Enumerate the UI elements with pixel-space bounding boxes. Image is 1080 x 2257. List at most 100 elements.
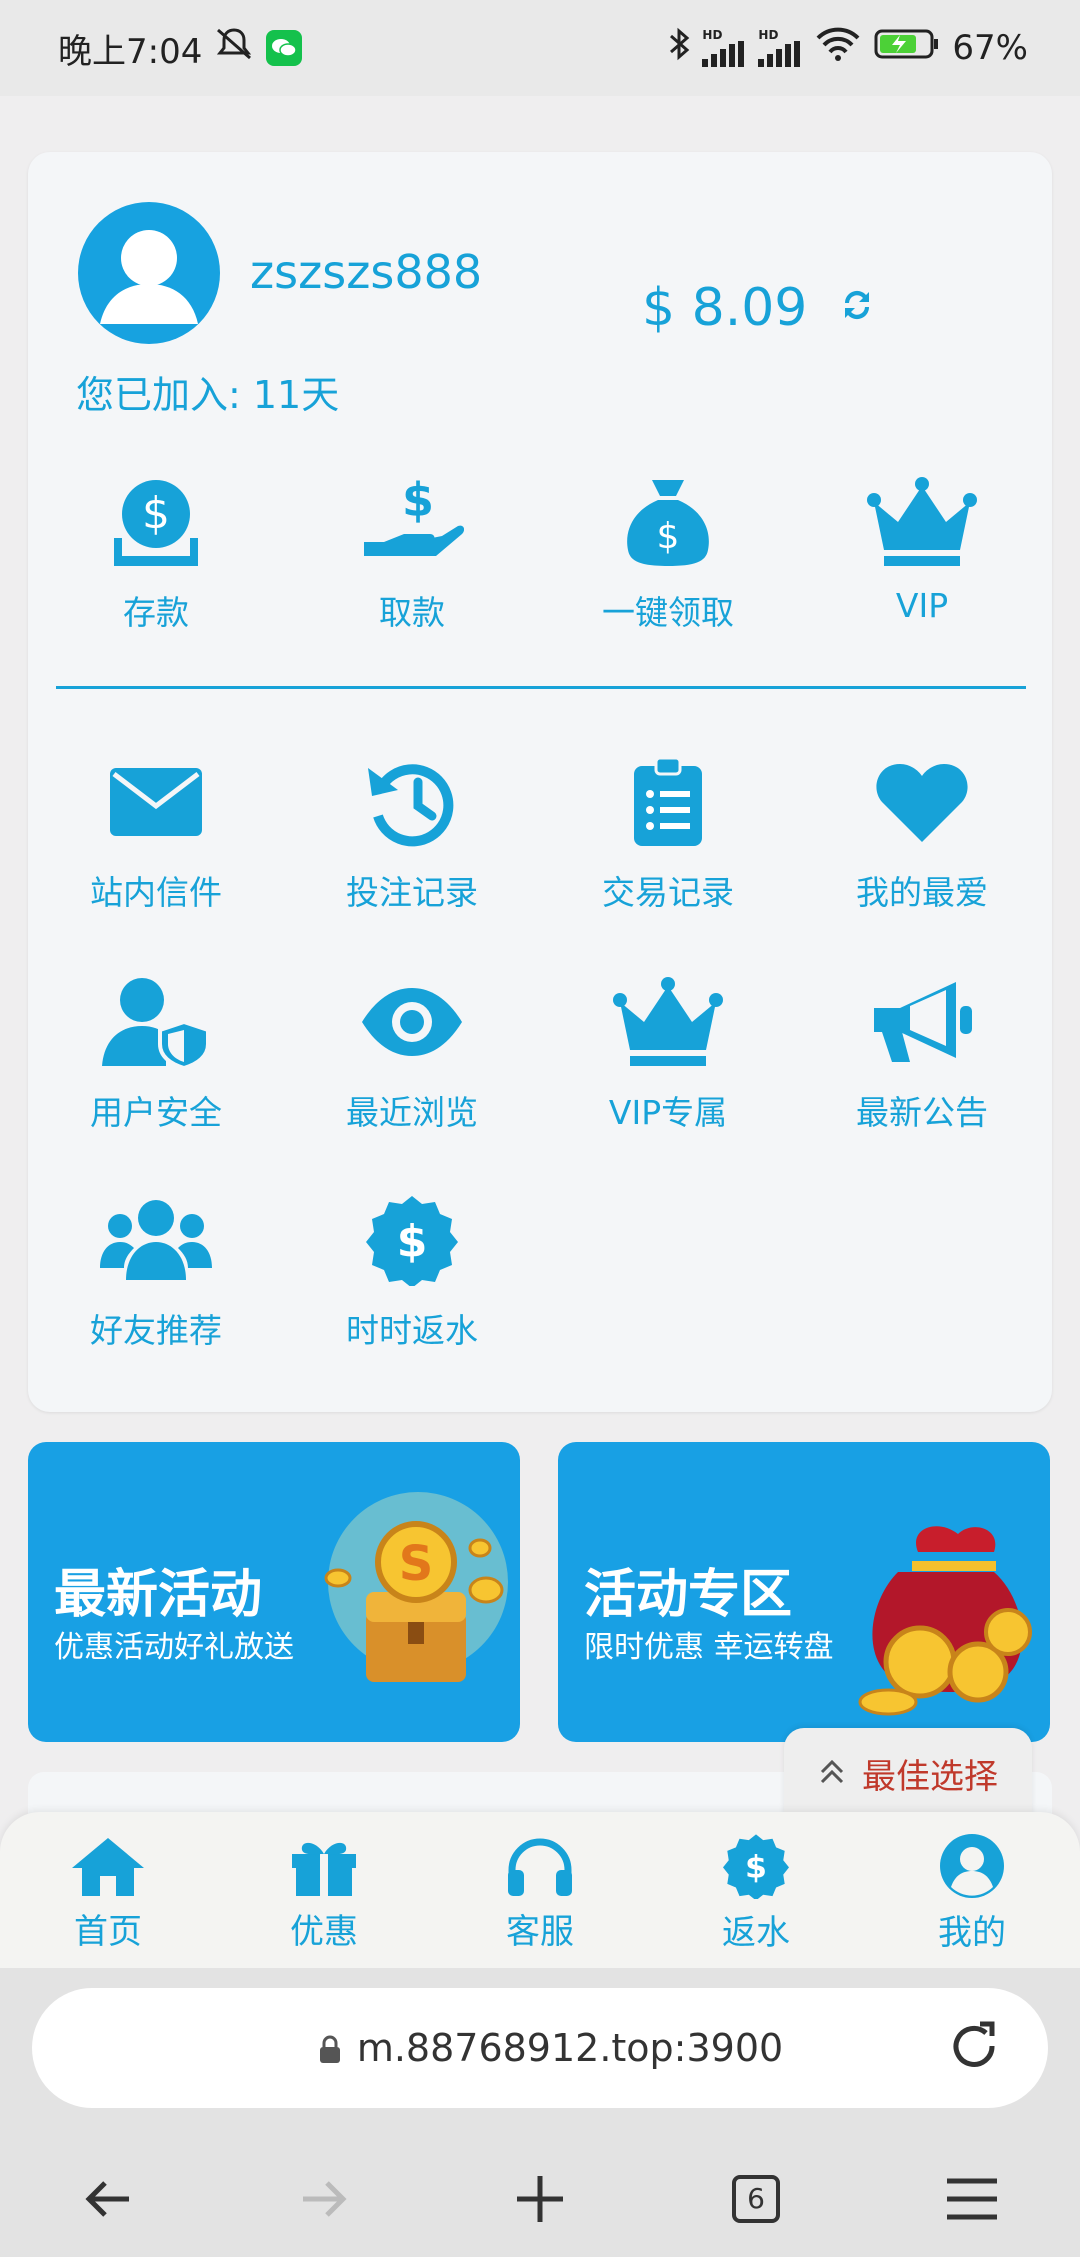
user-circle-icon: [940, 1833, 1004, 1898]
svg-text:S: S: [399, 1536, 434, 1592]
tab-promotions-label: 优惠: [290, 1911, 358, 1952]
menu-vip-exclusive[interactable]: VIP专属: [568, 972, 768, 1134]
claim-all-button[interactable]: $ 一键领取: [568, 472, 768, 634]
eye-icon: [352, 972, 472, 1072]
reload-icon[interactable]: [946, 2018, 1002, 2083]
menu-recent-label: 最近浏览: [346, 1093, 478, 1132]
menu-messages-label: 站内信件: [90, 873, 222, 912]
lucky-bag-icon: [858, 1526, 1032, 1716]
menu-vip-exclusive-label: VIP专属: [608, 1093, 728, 1132]
clipboard-icon: [608, 752, 728, 852]
deposit-icon: $: [96, 472, 216, 572]
lock-icon: [318, 2030, 342, 2074]
tab-rebate-label: 返水: [722, 1912, 790, 1953]
new-tab-button[interactable]: [480, 2149, 600, 2249]
menu-button[interactable]: [912, 2149, 1032, 2249]
banner-activity-zone-title: 活动专区: [584, 1565, 793, 1625]
treasure-chest-icon: S: [324, 1492, 508, 1682]
menu-user-security-label: 用户安全: [90, 1093, 222, 1132]
balance-display: $ 8.09: [642, 278, 877, 338]
menu-announcements[interactable]: 最新公告: [822, 972, 1022, 1134]
menu-announcements-label: 最新公告: [856, 1093, 988, 1132]
svg-text:$: $: [402, 476, 434, 527]
best-choice-label: 最佳选择: [862, 1756, 998, 1797]
gift-icon: [292, 1842, 356, 1896]
user-shield-icon: [96, 972, 216, 1072]
dollar-badge-icon: $: [352, 1190, 472, 1290]
menu-transactions-label: 交易记录: [602, 873, 734, 912]
banner-activity-zone-subtitle: 限时优惠 幸运转盘: [584, 1630, 834, 1665]
battery-percent: 67%: [952, 28, 1028, 68]
network-label-2: HD: [758, 28, 779, 42]
users-icon: [96, 1190, 216, 1290]
money-bag-icon: $: [608, 472, 728, 572]
arrow-right-icon: [303, 2180, 347, 2217]
battery-icon: [874, 27, 940, 70]
menu-user-security[interactable]: 用户安全: [56, 972, 256, 1134]
tabs-button[interactable]: 6: [696, 2149, 816, 2249]
signal-icon-2: HD: [758, 29, 802, 67]
menu-bet-history[interactable]: 投注记录: [312, 752, 512, 914]
banner-latest-activity[interactable]: 最新活动 优惠活动好礼放送 S: [28, 1442, 520, 1742]
svg-text:$: $: [745, 1849, 767, 1885]
banner-activity-zone[interactable]: 活动专区 限时优惠 幸运转盘: [558, 1442, 1050, 1742]
crown-icon: [862, 472, 982, 572]
status-bar: 晚上7:04 HD HD 67%: [0, 0, 1080, 96]
chevron-up-icon: [818, 1753, 846, 1793]
tab-promotions[interactable]: 优惠: [244, 1834, 404, 1953]
history-icon: [352, 752, 472, 852]
menu-recent[interactable]: 最近浏览: [312, 972, 512, 1134]
refresh-icon[interactable]: [837, 278, 877, 338]
home-icon: [72, 1837, 144, 1896]
banner-latest-activity-subtitle: 优惠活动好礼放送: [54, 1630, 294, 1665]
headphones-icon: [508, 1838, 572, 1896]
svg-text:$: $: [142, 488, 170, 539]
menu-favorites-label: 我的最爱: [856, 873, 988, 912]
forward-button[interactable]: [264, 2149, 384, 2249]
vip-button[interactable]: VIP: [822, 472, 1022, 625]
menu-favorites[interactable]: 我的最爱: [822, 752, 1022, 914]
wechat-icon: [266, 30, 303, 66]
svg-text:$: $: [397, 1216, 428, 1267]
best-choice-button[interactable]: 最佳选择: [784, 1728, 1032, 1818]
address-bar[interactable]: m.88768912.top:3900: [32, 1988, 1048, 2108]
banner-latest-activity-title: 最新活动: [54, 1565, 263, 1625]
browser-nav-bar: 6: [0, 2140, 1080, 2257]
username: zszszs888: [250, 245, 483, 299]
tab-count: 6: [747, 2182, 765, 2215]
menu-rebate-label: 时时返水: [346, 1311, 478, 1350]
wifi-icon: [814, 26, 862, 71]
withdraw-button[interactable]: $ 取款: [312, 472, 512, 634]
withdraw-label: 取款: [379, 593, 445, 632]
tab-support-label: 客服: [506, 1911, 574, 1952]
tab-mine-label: 我的: [938, 1912, 1006, 1953]
tab-rebate[interactable]: $ 返水: [676, 1833, 836, 1954]
section-divider: [56, 686, 1026, 689]
user-avatar-icon: [100, 230, 198, 324]
tab-home[interactable]: 首页: [28, 1834, 188, 1953]
url-text: m.88768912.top:3900: [356, 2026, 784, 2070]
mail-icon: [96, 752, 216, 852]
tab-count-icon: 6: [732, 2174, 780, 2223]
plus-icon: [517, 2175, 563, 2222]
tab-mine[interactable]: 我的: [892, 1833, 1052, 1954]
mute-icon: [214, 26, 254, 71]
menu-messages[interactable]: 站内信件: [56, 752, 256, 914]
status-time: 晚上7:04: [58, 31, 203, 72]
menu-rebate[interactable]: $ 时时返水: [312, 1190, 512, 1352]
arrow-left-icon: [85, 2180, 129, 2217]
crown-icon: [608, 972, 728, 1072]
svg-text:$: $: [657, 516, 680, 557]
heart-icon: [862, 752, 982, 852]
menu-transactions[interactable]: 交易记录: [568, 752, 768, 914]
back-button[interactable]: [48, 2149, 168, 2249]
joined-days: 您已加入: 11天: [76, 373, 340, 417]
avatar[interactable]: [78, 202, 220, 344]
deposit-button[interactable]: $ 存款: [56, 472, 256, 634]
tab-support[interactable]: 客服: [460, 1834, 620, 1953]
claim-all-label: 一键领取: [602, 593, 734, 632]
signal-icon: HD: [702, 29, 746, 67]
network-label: HD: [702, 28, 723, 42]
menu-referral[interactable]: 好友推荐: [56, 1190, 256, 1352]
megaphone-icon: [862, 972, 982, 1072]
